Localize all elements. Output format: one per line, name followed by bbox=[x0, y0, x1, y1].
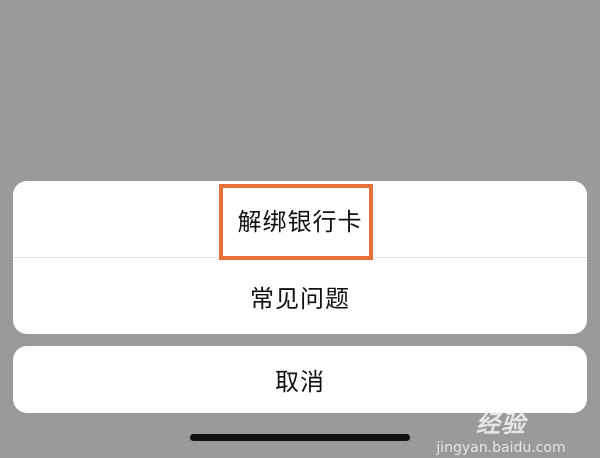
home-indicator[interactable] bbox=[190, 434, 410, 441]
annotation-highlight-box bbox=[219, 184, 373, 260]
watermark-brand: Baidu经验 bbox=[476, 382, 559, 438]
watermark-url: jingyan.baidu.com bbox=[436, 440, 566, 456]
faq-button[interactable]: 常见问题 bbox=[13, 258, 587, 334]
baidu-jingyan-watermark: Baidu经验 jingyan.baidu.com bbox=[436, 382, 566, 456]
paw-icon bbox=[443, 385, 468, 409]
watermark-logo: Baidu经验 bbox=[436, 382, 566, 438]
